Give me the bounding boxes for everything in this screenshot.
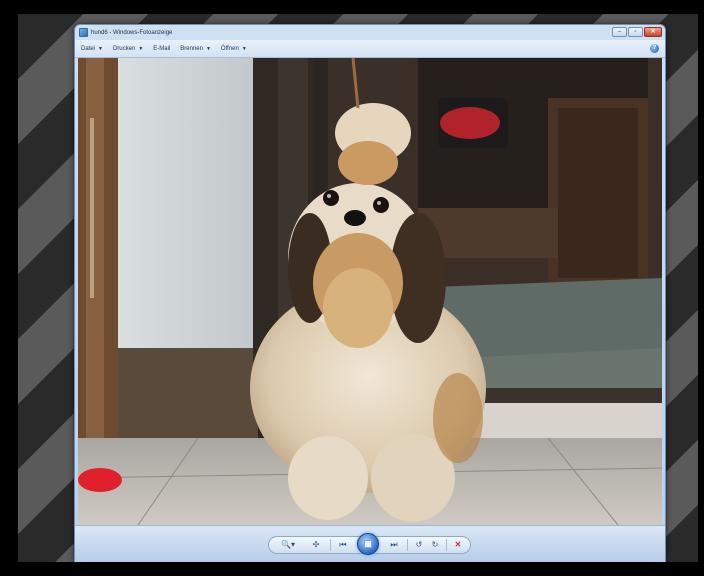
dog-photo [78,58,662,525]
menu-email[interactable]: E-Mail [153,46,170,52]
delete-icon[interactable]: ✕ [452,539,464,551]
menu-burn[interactable]: Brennen ▼ [180,46,211,52]
help-icon[interactable]: ? [650,44,659,53]
chevron-down-icon: ▼ [241,45,247,52]
menu-open-label: Öffnen [220,45,239,52]
control-bar: 🔍▾ ✣ ⏮ ⏭ ↺ ↻ ✕ [75,525,665,562]
chevron-down-icon: ▼ [98,45,103,52]
title-bar[interactable]: hund6 - Windows-Fotoanzeige – ▫ ✕ [75,25,665,40]
menu-bar: Datei ▼ Drucken ▼ E-Mail Brennen ▼ Öffne… [75,40,665,58]
control-divider [446,539,447,551]
rotate-left-icon[interactable]: ↺ [413,539,425,551]
photo-viewer-icon [79,28,88,37]
slideshow-button[interactable] [357,533,379,555]
menu-open[interactable]: Öffnen ▼ [221,46,247,52]
close-button[interactable]: ✕ [644,27,662,37]
next-icon[interactable]: ⏭ [387,539,401,551]
control-divider [330,539,331,551]
maximize-button[interactable]: ▫ [628,27,643,37]
menu-email-label: E-Mail [153,45,171,52]
photo-display[interactable] [78,58,662,525]
previous-icon[interactable]: ⏮ [336,539,350,551]
menu-burn-label: Brennen [180,45,203,52]
caption-buttons: – ▫ ✕ [612,27,662,37]
chevron-down-icon: ▼ [205,45,211,52]
actual-size-icon[interactable]: ✣ [309,539,323,551]
photo-viewer-window: hund6 - Windows-Fotoanzeige – ▫ ✕ Datei … [74,24,666,562]
menu-print-label: Drucken [112,45,136,52]
minimize-button[interactable]: – [612,27,627,37]
window-title: hund6 - Windows-Fotoanzeige [91,29,173,36]
control-divider [407,539,408,551]
chevron-down-icon: ▼ [138,45,144,52]
slideshow-icon [364,540,372,548]
zoom-icon[interactable]: 🔍▾ [279,539,297,551]
menu-print[interactable]: Drucken ▼ [113,46,143,52]
menu-file[interactable]: Datei ▼ [81,46,103,52]
rotate-right-icon[interactable]: ↻ [429,539,441,551]
menu-file-label: Datei [81,45,96,52]
